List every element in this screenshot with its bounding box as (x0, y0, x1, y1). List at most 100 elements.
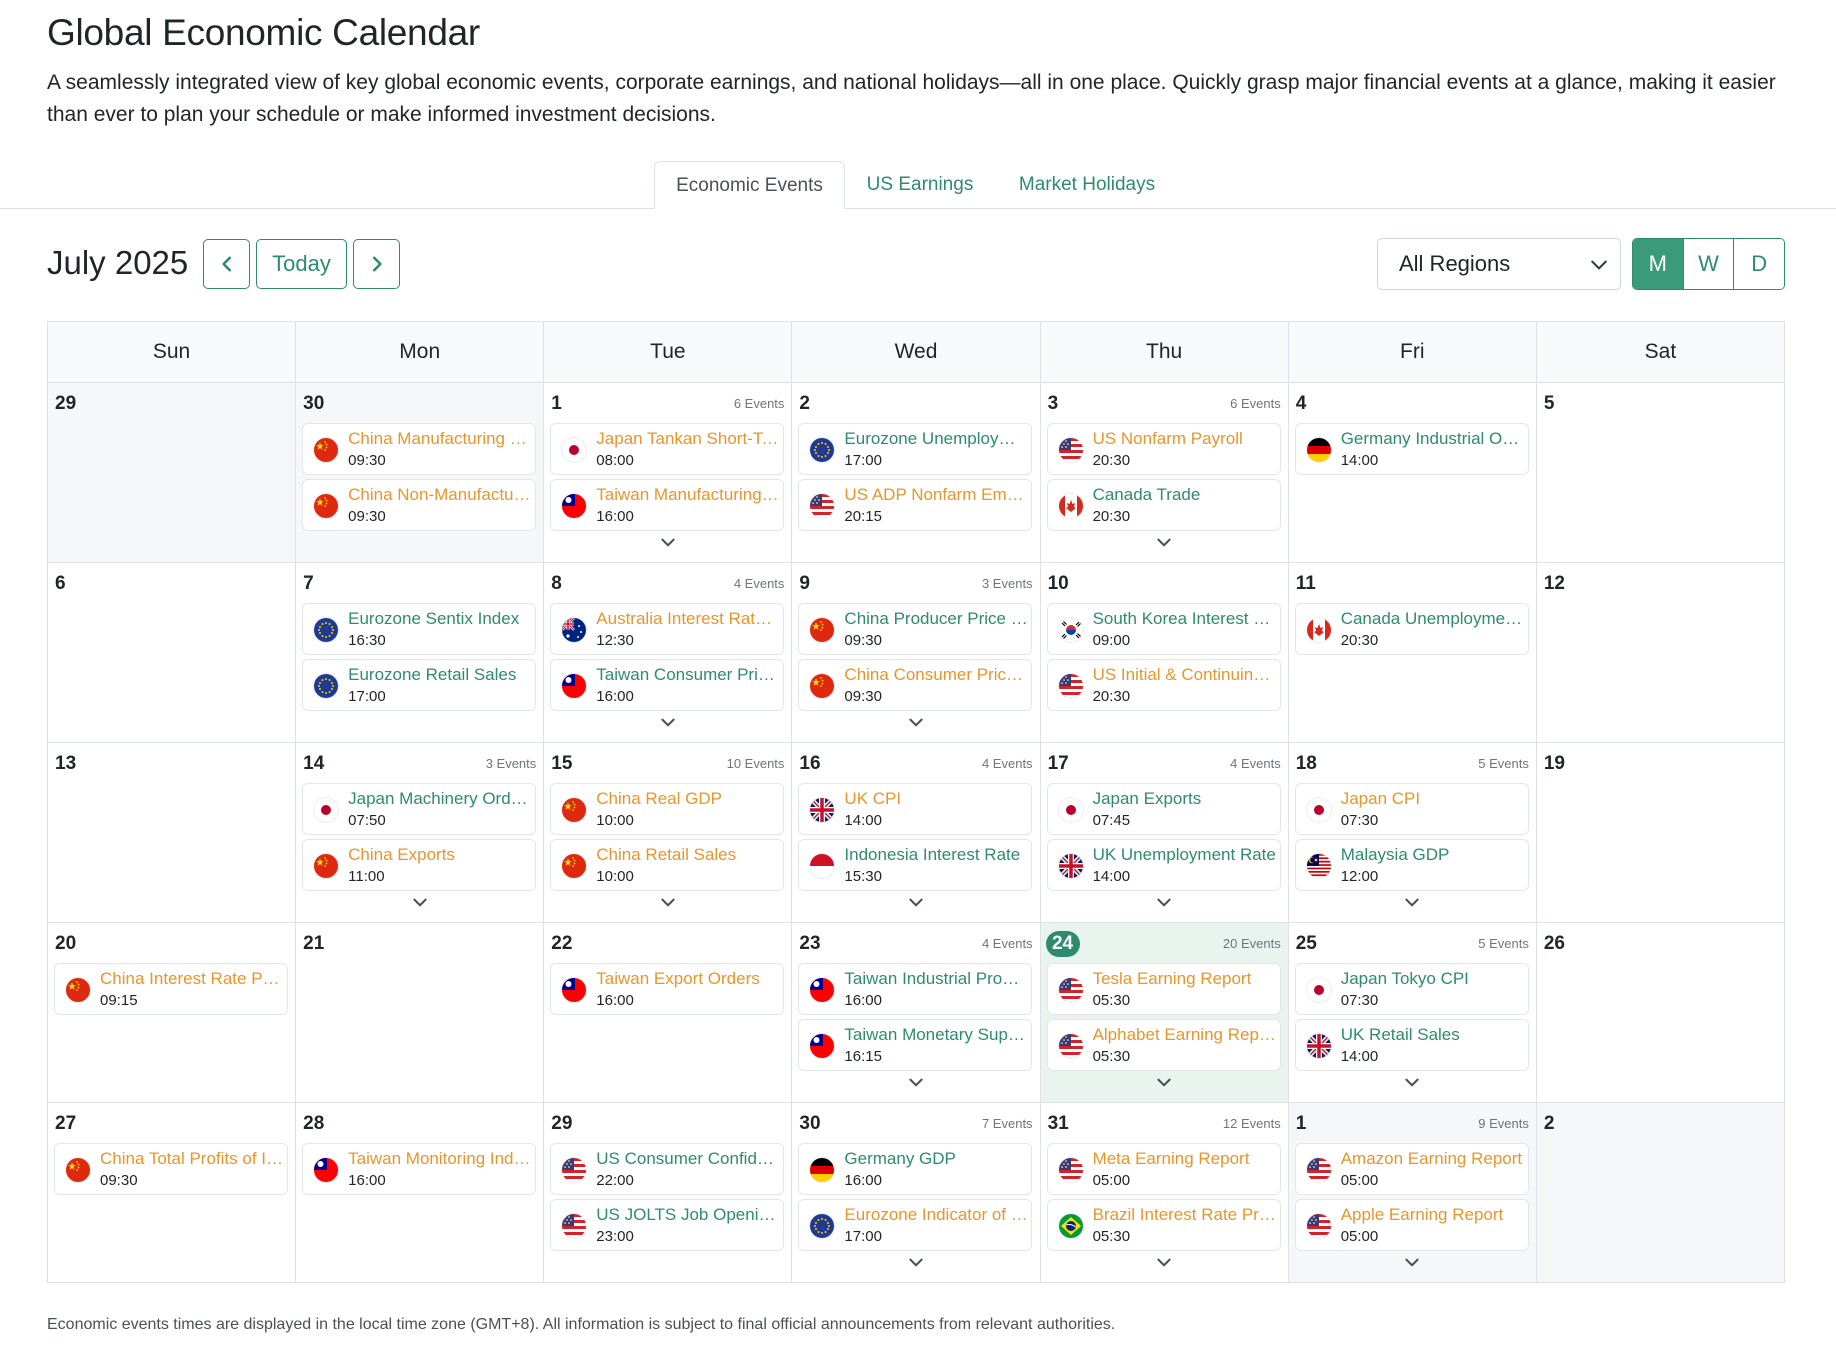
calendar-day-cell[interactable]: 6 (48, 563, 297, 743)
calendar-day-cell[interactable]: 4 Germany Industrial Orders 14:00 (1288, 383, 1537, 563)
event-card[interactable]: US Consumer Confidence 22:00 (550, 1143, 785, 1195)
event-card[interactable]: Taiwan Consumer Price Index 16:00 (550, 659, 785, 711)
event-card[interactable]: UK Unemployment Rate 14:00 (1046, 839, 1281, 891)
event-card[interactable]: Germany Industrial Orders 14:00 (1294, 423, 1529, 475)
calendar-day-cell[interactable]: 19 (1536, 743, 1785, 923)
expand-more-icon[interactable] (659, 536, 677, 550)
event-card[interactable]: South Korea Interest Rate 09:00 (1046, 603, 1281, 655)
event-card[interactable]: Australia Interest Rate Decision 12:30 (550, 603, 785, 655)
event-card[interactable]: Alphabet Earning Report 05:30 (1046, 1019, 1281, 1071)
expand-more-icon[interactable] (907, 1256, 925, 1270)
event-card[interactable]: Taiwan Monitoring Indicator 16:00 (302, 1143, 537, 1195)
event-card[interactable]: Japan CPI 07:30 (1294, 783, 1529, 835)
view-day-button[interactable]: D (1734, 239, 1784, 289)
calendar-day-cell[interactable]: 30 China Manufacturing PMI 09:30 China Non-… (296, 383, 545, 563)
calendar-day-cell[interactable]: 25 5 Events Japan Tokyo CPI 07:30 UK Retail … (1288, 923, 1537, 1103)
event-card[interactable]: Japan Tokyo CPI 07:30 (1294, 963, 1529, 1015)
calendar-day-cell[interactable]: 9 3 Events China Producer Price Index 09:30… (792, 563, 1041, 743)
event-card[interactable]: Japan Tankan Short-Term 08:00 (550, 423, 785, 475)
event-card[interactable]: Taiwan Industrial Production 16:00 (798, 963, 1033, 1015)
region-select[interactable]: All Regions (1377, 238, 1621, 290)
event-card[interactable]: China Total Profits of Industrial 09:30 (54, 1143, 288, 1195)
calendar-day-cell[interactable]: 29 (48, 383, 297, 563)
event-card[interactable]: US Nonfarm Payroll 20:30 (1046, 423, 1281, 475)
calendar-day-cell[interactable]: 10 South Korea Interest Rate 09:00 US Initi… (1040, 563, 1289, 743)
event-card[interactable]: Taiwan Monetary Supply 16:15 (798, 1019, 1033, 1071)
event-card[interactable]: UK Retail Sales 14:00 (1294, 1019, 1529, 1071)
prev-month-button[interactable] (203, 239, 250, 289)
expand-more-icon[interactable] (1155, 536, 1173, 550)
event-card[interactable]: Japan Machinery Orders 07:50 (302, 783, 537, 835)
next-month-button[interactable] (353, 239, 400, 289)
calendar-day-cell[interactable]: 2 (1536, 1103, 1785, 1283)
calendar-day-cell[interactable]: 5 (1536, 383, 1785, 563)
event-card[interactable]: US Initial & Continuing Claims 20:30 (1046, 659, 1281, 711)
tab-us-earnings[interactable]: US Earnings (850, 161, 990, 209)
event-card[interactable]: Canada Trade 20:30 (1046, 479, 1281, 531)
expand-more-icon[interactable] (1155, 1256, 1173, 1270)
tab-economic-events[interactable]: Economic Events (654, 161, 845, 209)
expand-more-icon[interactable] (1403, 896, 1421, 910)
tab-market-holidays[interactable]: Market Holidays (1000, 161, 1174, 209)
expand-more-icon[interactable] (907, 716, 925, 730)
calendar-day-cell[interactable]: 26 (1536, 923, 1785, 1103)
expand-more-icon[interactable] (1403, 1076, 1421, 1090)
calendar-day-cell[interactable]: 17 4 Events Japan Exports 07:45 UK Unemploym… (1040, 743, 1289, 923)
event-card[interactable]: China Retail Sales 10:00 (550, 839, 785, 891)
calendar-day-cell[interactable]: 21 (296, 923, 545, 1103)
expand-more-icon[interactable] (659, 896, 677, 910)
event-card[interactable]: China Non-Manufacturing PMI 09:30 (302, 479, 537, 531)
calendar-day-cell[interactable]: 28 Taiwan Monitoring Indicator 16:00 (296, 1103, 545, 1283)
event-card[interactable]: China Manufacturing PMI 09:30 (302, 423, 537, 475)
expand-more-icon[interactable] (1155, 1076, 1173, 1090)
calendar-day-cell[interactable]: 15 10 Events China Real GDP 10:00 China Reta… (544, 743, 793, 923)
event-card[interactable]: US JOLTS Job Openings 23:00 (550, 1199, 785, 1251)
event-card[interactable]: Canada Unemployment Rate 20:30 (1294, 603, 1529, 655)
calendar-day-cell[interactable]: 23 4 Events Taiwan Industrial Production 16… (792, 923, 1041, 1103)
calendar-day-cell[interactable]: 16 4 Events UK CPI 14:00 Indonesia Interest … (792, 743, 1041, 923)
calendar-day-cell[interactable]: 36 Events US Nonfarm Payroll 20:30 Canada T… (1040, 383, 1289, 563)
event-card[interactable]: Japan Exports 07:45 (1046, 783, 1281, 835)
calendar-day-cell[interactable]: 22 Taiwan Export Orders 16:00 (544, 923, 793, 1103)
event-card[interactable]: Tesla Earning Report 05:30 (1046, 963, 1281, 1015)
calendar-day-cell[interactable]: 13 (48, 743, 297, 923)
event-card[interactable]: China Interest Rate Prime 09:15 (54, 963, 288, 1015)
calendar-day-cell[interactable]: 12 (1536, 563, 1785, 743)
event-card[interactable]: Taiwan Manufacturing PMI 16:00 (550, 479, 785, 531)
event-card[interactable]: Germany GDP 16:00 (798, 1143, 1033, 1195)
event-card[interactable]: UK CPI 14:00 (798, 783, 1033, 835)
expand-more-icon[interactable] (907, 896, 925, 910)
calendar-day-cell[interactable]: 7 Eurozone Sentix Index 16:30 Eurozone Reta… (296, 563, 545, 743)
event-card[interactable]: China Exports 11:00 (302, 839, 537, 891)
event-card[interactable]: Indonesia Interest Rate 15:30 (798, 839, 1033, 891)
event-card[interactable]: Malaysia GDP 12:00 (1294, 839, 1529, 891)
event-card[interactable]: Meta Earning Report 05:00 (1046, 1143, 1281, 1195)
calendar-day-cell[interactable]: 14 3 Events Japan Machinery Orders 07:50 Chi… (296, 743, 545, 923)
calendar-day-cell[interactable]: 1 6 Events Japan Tankan Short-Term 08:00 Tai… (544, 383, 793, 563)
calendar-day-cell[interactable]: 11 Canada Unemployment Rate 20:30 (1288, 563, 1537, 743)
expand-more-icon[interactable] (907, 1076, 925, 1090)
expand-more-icon[interactable] (1155, 896, 1173, 910)
event-card[interactable]: Eurozone Indicator of Economic 17:00 (798, 1199, 1033, 1251)
calendar-day-cell[interactable]: 18 5 Events Japan CPI 07:30 Malaysia GDP 12:0… (1288, 743, 1537, 923)
event-card[interactable]: China Consumer Price Index 09:30 (798, 659, 1033, 711)
calendar-day-cell[interactable]: 31 12 Events Meta Earning Report 05:00 Brazi… (1040, 1103, 1289, 1283)
expand-more-icon[interactable] (1403, 1256, 1421, 1270)
calendar-day-cell-today[interactable]: 24 20 Events Tesla Earning Report 05:30 Alph… (1040, 923, 1289, 1103)
today-button[interactable]: Today (256, 239, 347, 289)
event-card[interactable]: Apple Earning Report 05:00 (1294, 1199, 1529, 1251)
event-card[interactable]: Eurozone Sentix Index 16:30 (302, 603, 537, 655)
event-card[interactable]: US ADP Nonfarm Employment 20:15 (798, 479, 1033, 531)
calendar-day-cell[interactable]: 2 Eurozone Unemployment Rate 17:00 US ADP N… (792, 383, 1041, 563)
event-card[interactable]: China Producer Price Index 09:30 (798, 603, 1033, 655)
event-card[interactable]: Amazon Earning Report 05:00 (1294, 1143, 1529, 1195)
expand-more-icon[interactable] (659, 716, 677, 730)
event-card[interactable]: Taiwan Export Orders 16:00 (550, 963, 785, 1015)
view-week-button[interactable]: W (1683, 239, 1735, 289)
calendar-day-cell[interactable]: 27 China Total Profits of Industrial 09:30 (48, 1103, 297, 1283)
event-card[interactable]: Eurozone Unemployment Rate 17:00 (798, 423, 1033, 475)
calendar-day-cell[interactable]: 20 China Interest Rate Prime 09:15 (48, 923, 297, 1103)
calendar-day-cell[interactable]: 30 7 Events Germany GDP 16:00 Eurozone Indic… (792, 1103, 1041, 1283)
calendar-day-cell[interactable]: 19 Events Amazon Earning Report 05:00 Apple… (1288, 1103, 1537, 1283)
calendar-day-cell[interactable]: 8 4 Events Australia Interest Rate Decisio… (544, 563, 793, 743)
